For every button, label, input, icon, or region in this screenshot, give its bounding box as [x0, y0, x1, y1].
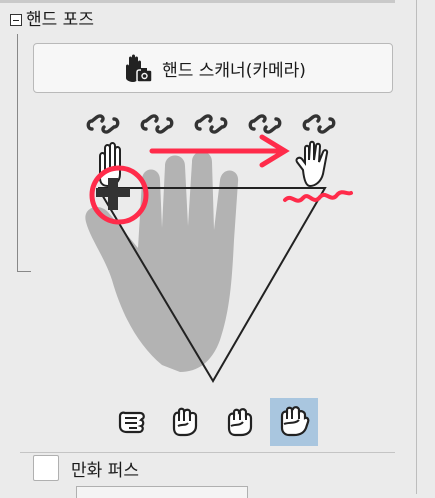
pinky-link-icon[interactable] — [300, 109, 338, 139]
grip-preset-4[interactable] — [270, 398, 318, 446]
comic-perspective-label: 만화 퍼스 — [71, 460, 139, 481]
scrollbar[interactable] — [395, 0, 435, 494]
fist-icon — [118, 411, 145, 434]
grip-preset-1[interactable] — [107, 398, 155, 446]
hand-camera-icon — [126, 54, 153, 83]
fist-icon — [227, 408, 253, 437]
hand-pose-controller[interactable] — [80, 140, 360, 400]
ring-link-icon[interactable] — [246, 109, 284, 139]
tree-guide-line-end — [17, 271, 31, 272]
hand-scanner-label: 핸드 스캐너(카메라) — [162, 60, 306, 81]
hand-pose-section-header[interactable]: 핸드 포즈 — [10, 8, 94, 32]
section-divider — [20, 452, 395, 453]
scrollbar-track-line — [416, 0, 417, 494]
grip-preset-3[interactable] — [215, 398, 263, 446]
index-link-icon[interactable] — [138, 109, 176, 139]
fist-icon — [280, 406, 310, 437]
middle-link-icon[interactable] — [192, 109, 230, 139]
thumb-link-icon[interactable] — [84, 109, 122, 139]
section-title: 핸드 포즈 — [26, 10, 94, 30]
fist-icon — [172, 407, 198, 437]
hand-scanner-button[interactable]: 핸드 스캐너(카메라) — [33, 43, 393, 93]
comic-perspective-field[interactable] — [76, 486, 248, 498]
open-hand-icon — [295, 140, 329, 188]
tree-guide-line — [17, 34, 18, 272]
grip-preset-2[interactable] — [160, 398, 208, 446]
collapse-toggle-icon[interactable] — [10, 14, 22, 26]
comic-perspective-row[interactable]: 만화 퍼스 — [33, 454, 139, 482]
panel-top-border — [0, 0, 395, 3]
comic-perspective-checkbox[interactable] — [33, 455, 59, 481]
